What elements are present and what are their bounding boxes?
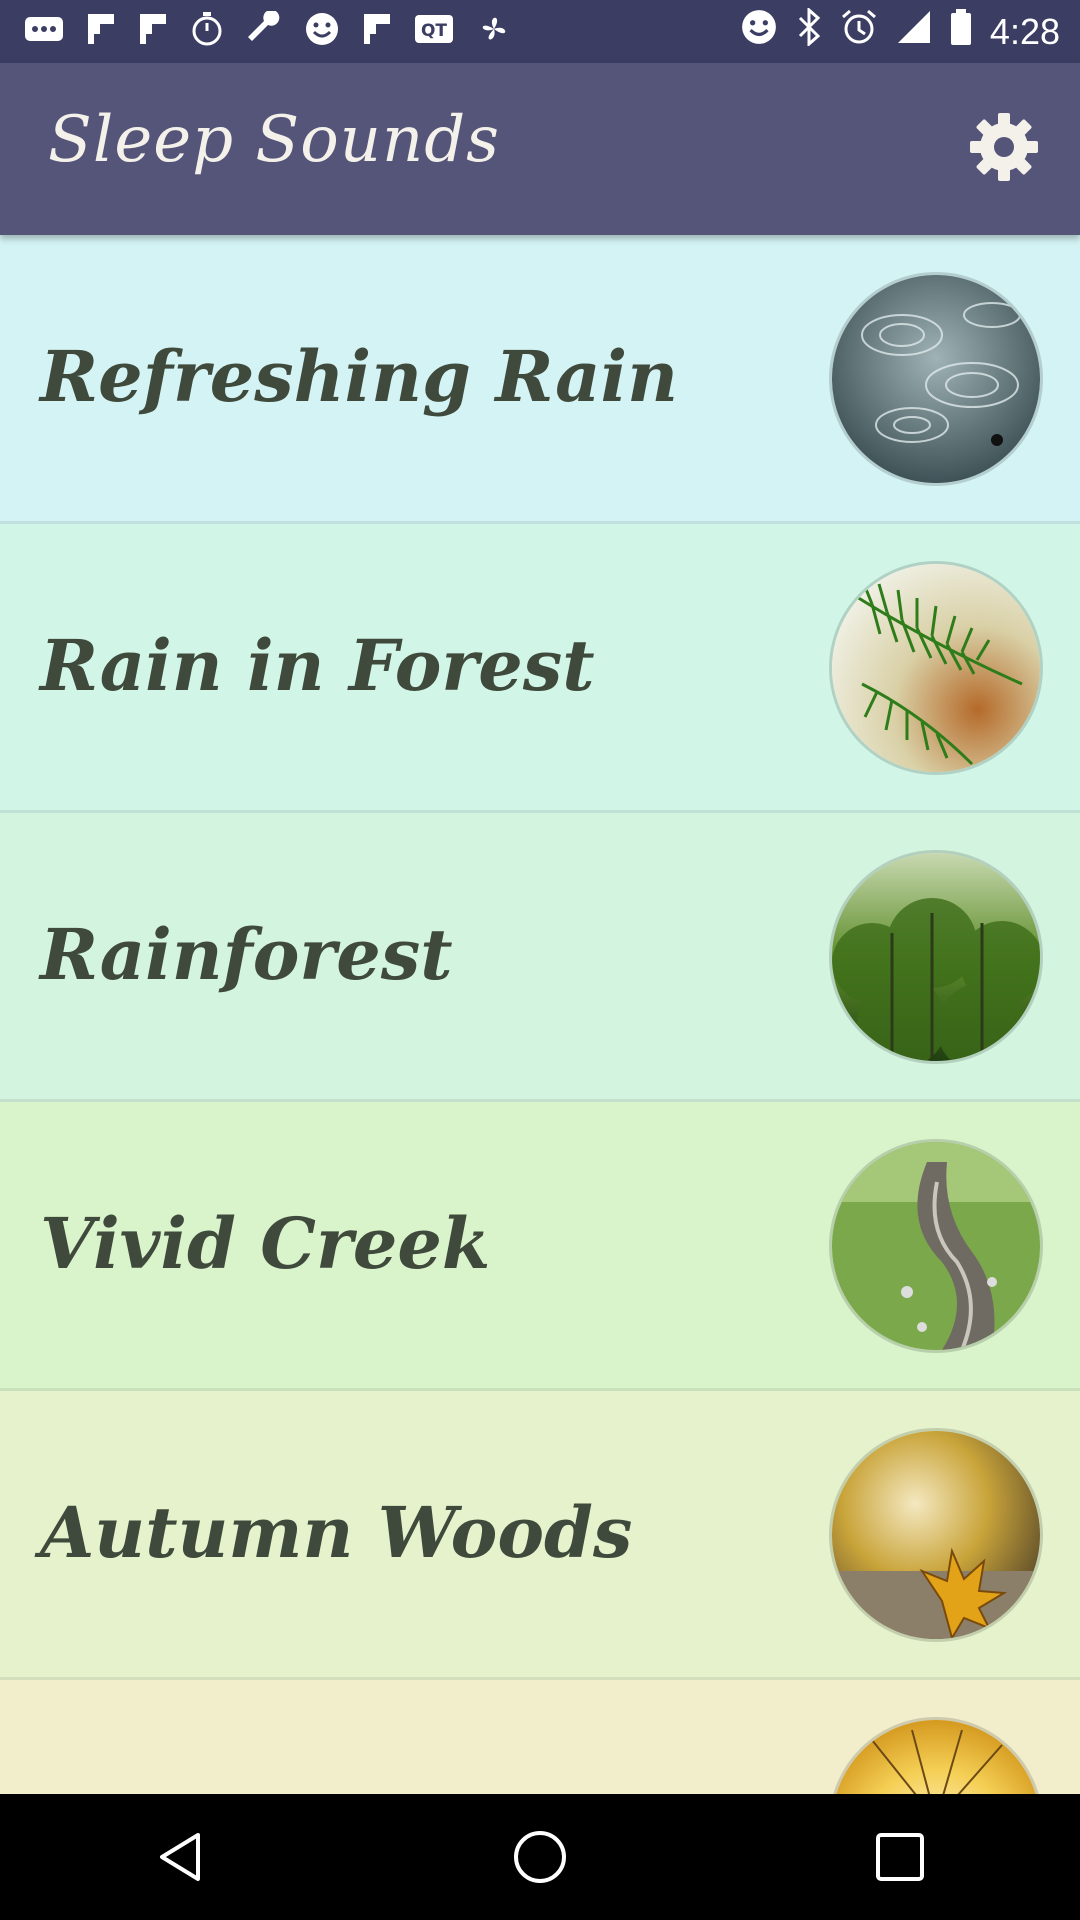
- autumn-leaf-image: [832, 1431, 1040, 1639]
- sound-row-rain-in-forest[interactable]: Rain in Forest: [0, 524, 1080, 813]
- system-icons: 4:28: [740, 6, 1060, 55]
- creek-image: [832, 1142, 1040, 1350]
- sound-label: Rainforest: [40, 913, 453, 996]
- smiley-icon: [740, 8, 778, 55]
- qt-icon: QT: [414, 14, 454, 50]
- recents-button[interactable]: [855, 1812, 945, 1902]
- settings-button[interactable]: [966, 109, 1042, 185]
- smiley-icon: [304, 11, 340, 53]
- timer-icon: [190, 11, 224, 53]
- clock: 4:28: [989, 10, 1060, 52]
- sound-row-rainforest[interactable]: Rainforest: [0, 813, 1080, 1102]
- forest-image: [832, 853, 1040, 1061]
- back-icon: [160, 1833, 200, 1881]
- sound-label: Refreshing Rain: [40, 335, 678, 418]
- pine-branch-image: [832, 564, 1040, 772]
- battery-icon: [950, 8, 972, 55]
- recents-icon: [876, 1833, 924, 1881]
- wrench-icon: [246, 9, 282, 53]
- fan-icon: [476, 11, 512, 53]
- sound-label: Vivid Creek: [40, 1202, 491, 1285]
- bluetooth-icon: [796, 6, 822, 55]
- sound-list: Refreshing Rain Rain in Forest Rainfores…: [0, 235, 1080, 1794]
- flipboard-icon: [138, 12, 168, 52]
- sound-label: Autumn Woods: [40, 1491, 633, 1574]
- alarm-icon: [840, 8, 878, 55]
- flipboard-icon: [86, 12, 116, 52]
- sound-row-partial[interactable]: [0, 1680, 1080, 1794]
- flipboard-icon: [362, 12, 392, 52]
- sound-row-vivid-creek[interactable]: Vivid Creek: [0, 1102, 1080, 1391]
- home-button[interactable]: [495, 1812, 585, 1902]
- notification-icons: QT: [24, 9, 512, 53]
- sound-label: Rain in Forest: [40, 624, 595, 707]
- gear-icon: [970, 113, 1038, 181]
- home-icon: [514, 1831, 566, 1883]
- svg-text:QT: QT: [421, 21, 447, 41]
- app-bar: Sleep Sounds: [0, 63, 1080, 235]
- sunrise-image: [832, 1720, 1040, 1794]
- sound-row-autumn-woods[interactable]: Autumn Woods: [0, 1391, 1080, 1680]
- dots-icon: [24, 14, 64, 50]
- back-button[interactable]: [135, 1812, 225, 1902]
- app-title: Sleep Sounds: [48, 103, 500, 177]
- status-bar: QT 4:28: [0, 0, 1080, 63]
- sound-row-refreshing-rain[interactable]: Refreshing Rain: [0, 235, 1080, 524]
- signal-icon: [896, 9, 932, 54]
- navigation-bar: [0, 1794, 1080, 1920]
- rain-ripples-image: [832, 275, 1040, 483]
